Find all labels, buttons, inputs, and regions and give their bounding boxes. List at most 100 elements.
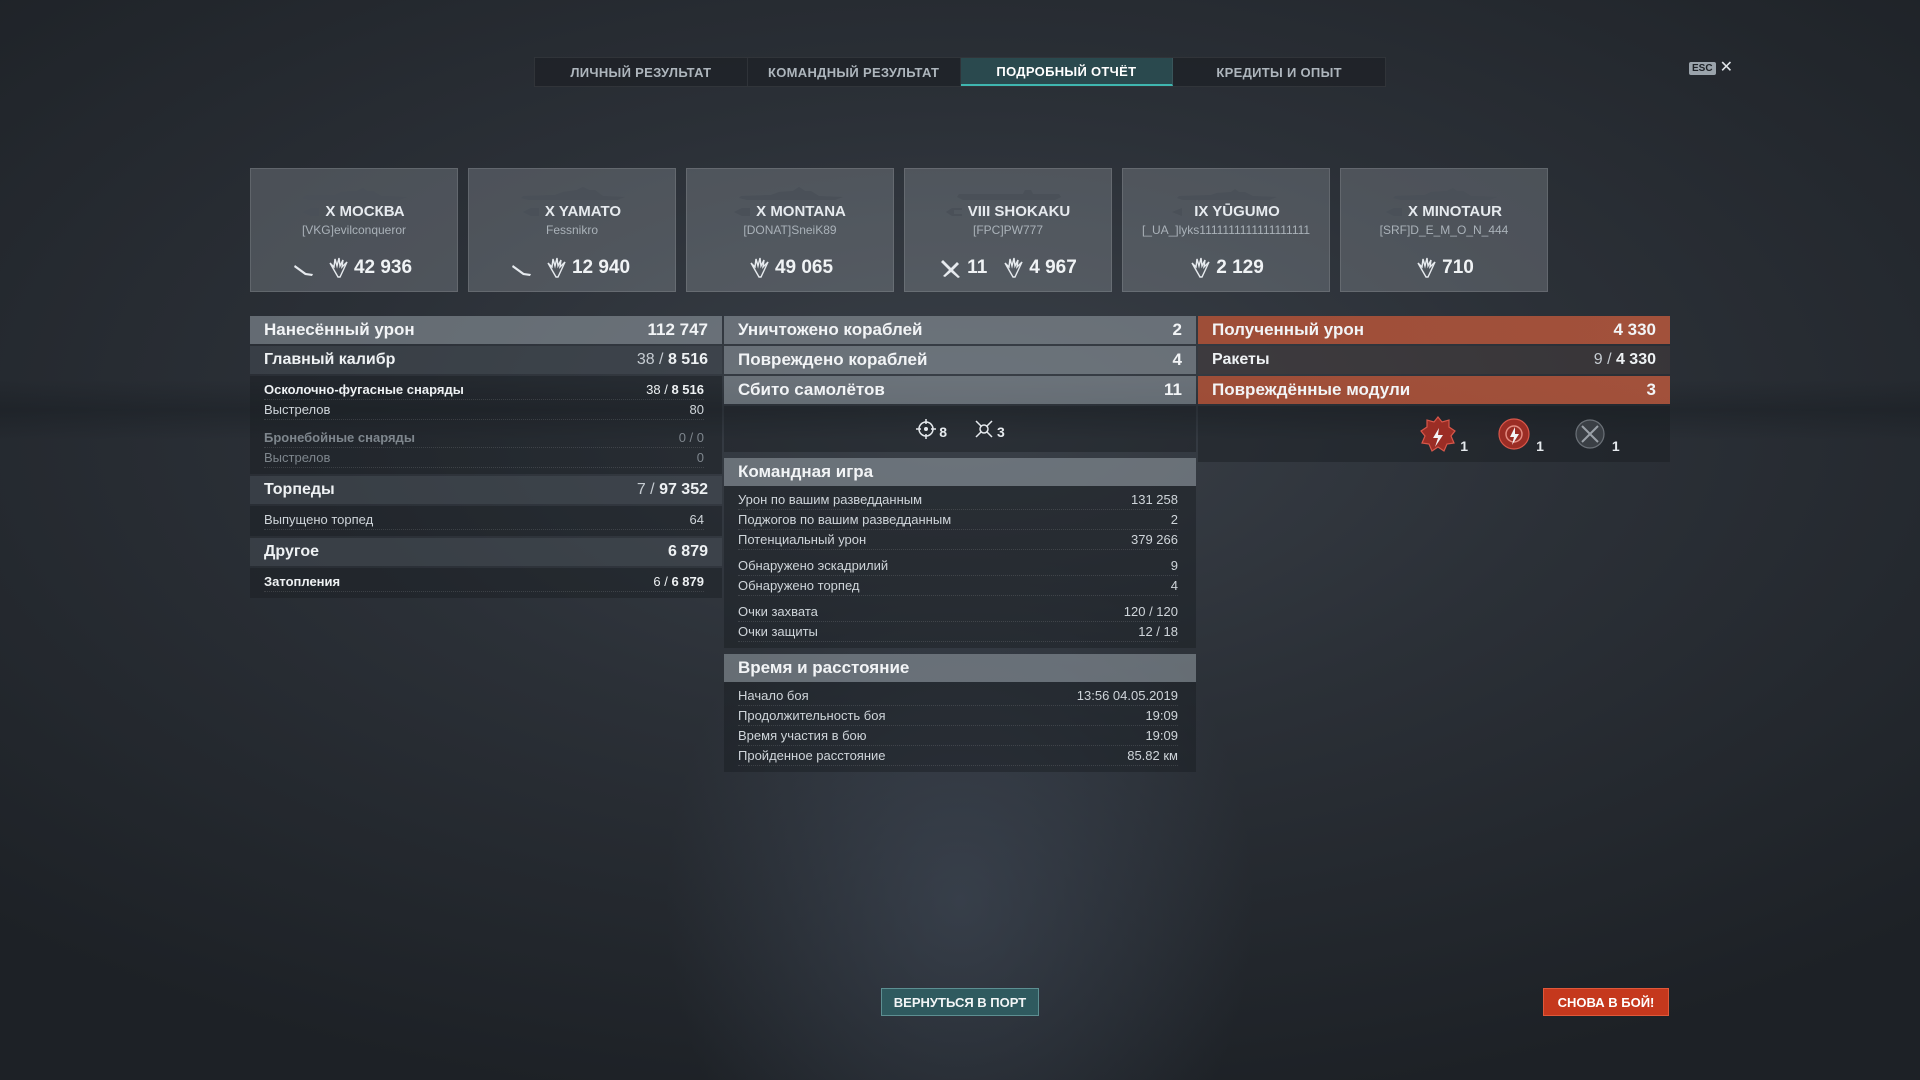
ship-class-icon	[734, 207, 751, 216]
list-item: Обнаружено торпед 4	[738, 576, 1178, 596]
damage-icon	[1417, 257, 1436, 278]
ships-damaged-header: Повреждено кораблей 4	[724, 346, 1196, 374]
fighter-kills-count: 8	[939, 424, 947, 440]
damage-value: 2 129	[1216, 257, 1264, 278]
module-count: 1	[1536, 438, 1544, 454]
module-count: 1	[1460, 438, 1469, 454]
esc-key-badge: ESC	[1689, 61, 1716, 75]
aa-kills-count: 3	[997, 424, 1005, 440]
planes-value: 11	[967, 257, 988, 278]
list-item: Поджогов по вашим разведданным 2	[738, 510, 1178, 530]
other-header: Другое 6 879	[250, 538, 722, 566]
damage-dealt-header: Нанесённый урон 112 747	[250, 316, 722, 344]
list-item: Начало боя 13:56 04.05.2019	[738, 686, 1178, 706]
result-tabs: ЛИЧНЫЙ РЕЗУЛЬТАТ КОМАНДНЫЙ РЕЗУЛЬТАТ ПОД…	[534, 57, 1386, 87]
close-button[interactable]: ESC ✕	[1689, 60, 1733, 76]
return-to-port-button[interactable]: ВЕРНУТЬСЯ В ПОРТ	[881, 988, 1039, 1016]
damage-icon	[329, 257, 348, 278]
list-item: Урон по вашим разведданным 131 258	[738, 490, 1178, 510]
torpedoes-fired-row: Выпущено торпед 64	[264, 510, 704, 530]
ship-card[interactable]: X YAMATO Fessnikro 12 940	[468, 168, 676, 292]
damage-icon	[750, 257, 769, 278]
list-item: Пройденное расстояние 85.82 км	[738, 746, 1178, 766]
ship-card[interactable]: X МОСКВА [VKG]evilconqueror 42 936	[250, 168, 458, 292]
torpedo-icon	[293, 265, 313, 276]
main-battery-header: Главный калибр 38 / 8 516	[250, 346, 722, 374]
module-count: 1	[1611, 438, 1620, 454]
player-name: [VKG]evilconqueror	[301, 223, 407, 237]
he-shots-row: Выстрелов 80	[264, 400, 704, 420]
planes-shot-down-header: Сбито самолётов 11	[724, 376, 1196, 404]
time-distance-header: Время и расстояние	[724, 654, 1196, 682]
ship-name: VIII SHOKAKU	[967, 203, 1071, 220]
ship-class-icon	[1386, 207, 1403, 216]
ship-card[interactable]: IX YŪGUMO [_UA_]lyks1111111111111111111 …	[1122, 168, 1330, 292]
player-name: [SRF]D_E_M_O_N_444	[1379, 223, 1509, 237]
battle-again-button[interactable]: СНОВА В БОЙ!	[1543, 988, 1669, 1016]
player-name: [FPC]PW777	[972, 223, 1044, 237]
ship-class-icon	[945, 207, 962, 216]
player-name: Fessnikro	[545, 223, 598, 237]
damage-icon	[1004, 257, 1023, 278]
ship-card[interactable]: VIII SHOKAKU [FPC]PW777 11 4 967	[904, 168, 1112, 292]
ap-shells-row: Бронебойные снаряды 0 / 0	[264, 428, 704, 448]
damaged-modules-header: Повреждённые модули 3	[1198, 376, 1670, 404]
plane-icon	[941, 260, 961, 278]
flak-icon	[975, 420, 993, 438]
torpedo-icon	[511, 265, 531, 276]
damage-value: 4 967	[1029, 257, 1077, 278]
time-distance-rows: Начало боя 13:56 04.05.2019 Продолжительн…	[724, 682, 1196, 772]
team-play-header: Командная игра	[724, 458, 1196, 486]
list-item: Обнаружено эскадрилий 9	[738, 556, 1178, 576]
list-item: Очки защиты 12 / 18	[738, 622, 1178, 642]
damaged-modules-icons: 1 1 1	[1198, 406, 1670, 462]
rockets-header: Ракеты 9 / 4 330	[1198, 346, 1670, 374]
team-play-rows: Урон по вашим разведданным 131 258 Поджог…	[724, 486, 1196, 648]
battle-summary-panel: Уничтожено кораблей 2 Повреждено корабле…	[724, 316, 1196, 772]
ship-name: X МОСКВА	[325, 203, 405, 220]
ap-shots-row: Выстрелов 0	[264, 448, 704, 468]
list-item: Продолжительность боя 19:09	[738, 706, 1178, 726]
ship-class-icon	[303, 207, 320, 216]
tab-personal-result[interactable]: ЛИЧНЫЙ РЕЗУЛЬТАТ	[535, 58, 748, 86]
ship-silhouette-icon	[1393, 188, 1497, 200]
ship-cards: X МОСКВА [VKG]evilconqueror 42 936 X YAM…	[250, 168, 1548, 292]
flooding-row: Затопления 6 / 6 879	[264, 572, 704, 592]
ship-class-icon	[1172, 207, 1183, 216]
turret-destroyed-icon	[1575, 419, 1605, 449]
ship-name: X MONTANA	[756, 203, 846, 220]
ship-silhouette-icon	[957, 190, 1061, 200]
damage-received-panel: Полученный урон 4 330 Ракеты 9 / 4 330 П…	[1198, 316, 1670, 462]
he-shells-row: Осколочно-фугасные снаряды 38 / 8 516	[264, 380, 704, 400]
ship-name: X YAMATO	[544, 203, 622, 220]
tab-credits-xp[interactable]: КРЕДИТЫ И ОПЫТ	[1173, 58, 1385, 86]
damage-icon	[1191, 257, 1210, 278]
crosshair-icon	[916, 419, 937, 439]
ship-silhouette-icon	[1177, 189, 1277, 200]
ship-silhouette-icon	[739, 187, 843, 200]
engine-damage-icon	[1420, 416, 1457, 452]
damage-dealt-panel: Нанесённый урон 112 747 Главный калибр 3…	[250, 316, 722, 598]
ship-silhouette-icon	[521, 187, 625, 200]
ship-class-icon	[522, 207, 539, 216]
ship-card[interactable]: X MINOTAUR [SRF]D_E_M_O_N_444 710	[1340, 168, 1548, 292]
ship-name: IX YŪGUMO	[1194, 203, 1280, 220]
damage-value: 42 936	[353, 257, 413, 278]
damage-value: 12 940	[571, 257, 631, 278]
close-icon: ✕	[1719, 59, 1733, 76]
player-name: [DONAT]SneiK89	[743, 223, 837, 237]
damage-icon	[547, 257, 566, 278]
tab-team-result[interactable]: КОМАНДНЫЙ РЕЗУЛЬТАТ	[748, 58, 961, 86]
damage-value: 710	[1442, 257, 1474, 278]
player-name: [_UA_]lyks1111111111111111111	[1141, 223, 1311, 237]
steering-damage-icon	[1498, 418, 1530, 450]
ship-silhouette-icon	[303, 188, 407, 200]
list-item: Потенциальный урон 379 266	[738, 530, 1178, 550]
ships-destroyed-header: Уничтожено кораблей 2	[724, 316, 1196, 344]
list-item: Время участия в бою 19:09	[738, 726, 1178, 746]
damage-dealt-value: 112 747	[647, 320, 708, 339]
damage-value: 49 065	[774, 257, 834, 278]
ship-card[interactable]: X MONTANA [DONAT]SneiK89 49 065	[686, 168, 894, 292]
damage-received-header: Полученный урон 4 330	[1198, 316, 1670, 344]
tab-detailed-report[interactable]: ПОДРОБНЫЙ ОТЧЁТ	[960, 58, 1174, 86]
